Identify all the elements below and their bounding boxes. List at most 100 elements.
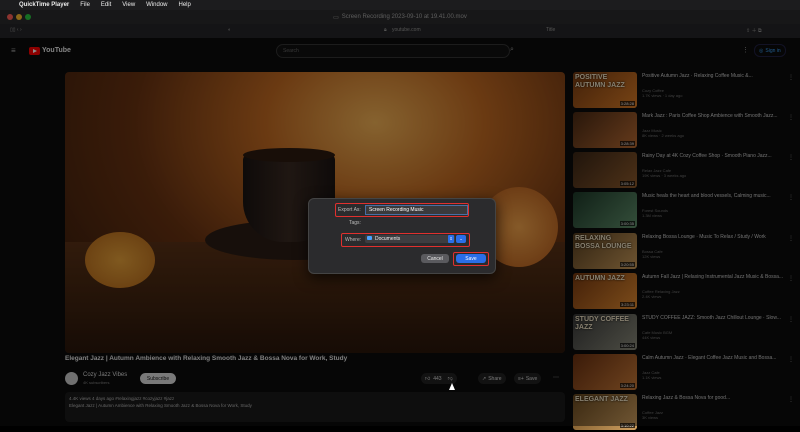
item-more-icon[interactable]: ⋮ <box>788 275 794 282</box>
video-thumbnail[interactable]: 3:24:20 <box>573 354 637 390</box>
item-more-icon[interactable]: ⋮ <box>788 74 794 81</box>
menu-view[interactable]: View <box>122 2 135 8</box>
video-thumbnail[interactable]: RELAXING BOSSA LOUNGE 3:20:55 <box>573 233 637 269</box>
video-thumbnail[interactable]: 3:05:12 <box>573 152 637 188</box>
film-icon: ▭ <box>333 14 339 21</box>
account-icon: ◎ <box>759 47 764 54</box>
recommended-title[interactable]: Rainy Day at 4K Cozy Coffee Shop · Smoot… <box>642 153 792 160</box>
privacy-icon[interactable]: ◐ <box>228 27 231 33</box>
cancel-button[interactable]: Cancel <box>421 254 449 263</box>
video-stats: 4.4K views 4 days ago #relaxingjazz #coz… <box>69 396 175 401</box>
menu-file[interactable]: File <box>80 2 90 8</box>
thumbs-down-icon[interactable]: 👎︎ <box>448 376 453 382</box>
thumbnail-text: ELEGANT JAZZ <box>575 396 628 403</box>
recommended-title[interactable]: Autumn Fall Jazz | Relaxing Instrumental… <box>642 274 792 281</box>
item-more-icon[interactable]: ⋮ <box>788 396 794 403</box>
menu-app-name[interactable]: QuickTime Player <box>19 2 69 8</box>
video-duration: 3:00:35 <box>619 221 635 226</box>
item-more-icon[interactable]: ⋮ <box>788 356 794 363</box>
thumbnail-text: STUDY COFFEE JAZZ <box>575 316 629 331</box>
sidebar-toggle-icon[interactable]: ▯▯ ‹ › <box>10 27 22 33</box>
recommended-video-item[interactable]: 3:00:35 Music heals the heart and blood v… <box>573 192 798 230</box>
item-more-icon[interactable]: ⋮ <box>788 235 794 242</box>
recommended-meta: 1.3M views <box>642 213 663 218</box>
channel-avatar[interactable] <box>65 372 78 385</box>
export-dialog: Export As: Screen Recording Music Tags: … <box>308 198 496 274</box>
recommended-meta: 12K views <box>642 254 661 259</box>
recommended-title[interactable]: Mark Jazz : Paris Coffee Shop Ambience w… <box>642 113 792 120</box>
minimize-window-button[interactable] <box>16 14 22 20</box>
browser-toolbar: ▯▯ ‹ › ◐ 🔒︎ youtube.com Title ⇪ ＋ ⧉ <box>0 24 800 38</box>
video-duration: 3:23:11 <box>619 302 635 307</box>
hamburger-icon[interactable]: ≡ <box>11 46 16 55</box>
channel-name[interactable]: Cozy Jazz Vibes <box>83 372 127 378</box>
folder-icon <box>367 236 372 240</box>
save-video-button[interactable]: ≡+ Save <box>514 373 542 384</box>
zoom-window-button[interactable] <box>25 14 31 20</box>
recommended-meta: 44K views <box>642 335 661 340</box>
where-dropdown[interactable]: Documents ⇕ <box>365 235 455 243</box>
recommended-title[interactable]: Music heals the heart and blood vessels,… <box>642 193 792 200</box>
like-count: 443 <box>433 375 442 382</box>
recommended-title[interactable]: Calm Autumn Jazz · Elegant Coffee Jazz M… <box>642 355 792 362</box>
share-button[interactable]: ↗ Share <box>478 373 506 384</box>
youtube-logo-icon[interactable] <box>29 47 40 55</box>
url-text[interactable]: youtube.com <box>392 27 421 33</box>
video-title: Elegant Jazz | Autumn Ambience with Rela… <box>65 355 348 362</box>
share-arrow-icon: ↗ <box>482 375 487 382</box>
description-box[interactable]: 4.4K views 4 days ago #relaxingjazz #coz… <box>65 392 565 422</box>
recommended-video-item[interactable]: 3:28:39 Mark Jazz : Paris Coffee Shop Amb… <box>573 112 798 150</box>
recommended-meta: 3K views <box>642 415 659 420</box>
tab-label[interactable]: Title <box>546 27 555 33</box>
playlist-add-icon: ≡+ <box>518 375 524 382</box>
item-more-icon[interactable]: ⋮ <box>788 154 794 161</box>
save-button[interactable]: Save <box>456 254 486 263</box>
recommended-video-item[interactable]: 3:05:12 Rainy Day at 4K Cozy Coffee Shop … <box>573 152 798 190</box>
video-thumbnail[interactable]: 3:28:39 <box>573 112 637 148</box>
recommended-title[interactable]: Relaxing Bossa Lounge · Music To Relax /… <box>642 234 792 241</box>
recommended-video-item[interactable]: RELAXING BOSSA LOUNGE 3:20:55 Relaxing Bos… <box>573 233 798 271</box>
item-more-icon[interactable]: ⋮ <box>788 114 794 121</box>
video-thumbnail[interactable]: AUTUMN JAZZ 3:23:11 <box>573 273 637 309</box>
tags-input[interactable] <box>365 219 465 227</box>
video-thumbnail[interactable]: STUDY COFFEE JAZZ 3:00:24 <box>573 314 637 350</box>
item-more-icon[interactable]: ⋮ <box>788 316 794 323</box>
more-options-icon[interactable]: ⋮ <box>742 46 749 54</box>
video-duration: 3:05:12 <box>619 181 635 186</box>
where-label: Where: <box>345 237 362 243</box>
menu-help[interactable]: Help <box>179 2 191 8</box>
mac-menubar: QuickTime Player File Edit View Window H… <box>0 0 800 10</box>
more-actions-icon[interactable]: ⋯ <box>553 374 559 381</box>
subscribe-button[interactable]: Subscribe <box>140 373 176 384</box>
video-thumbnail[interactable]: POSITIVE AUTUMN JAZZ 3:28:28 <box>573 72 637 108</box>
close-window-button[interactable] <box>7 14 13 20</box>
pumpkin-left-shape <box>85 232 155 288</box>
recommended-video-item[interactable]: AUTUMN JAZZ 3:23:11 Autumn Fall Jazz | Rel… <box>573 273 798 311</box>
youtube-logo-text[interactable]: YouTube <box>42 47 71 54</box>
thumbnail-text: RELAXING BOSSA LOUNGE <box>575 235 632 250</box>
sign-in-button[interactable]: ◎ Sign in <box>754 44 786 57</box>
menu-window[interactable]: Window <box>146 2 167 8</box>
recommended-video-item[interactable]: POSITIVE AUTUMN JAZZ 3:28:28 Positive Autu… <box>573 72 798 110</box>
recommended-video-item[interactable]: ELEGANT JAZZ 3:10:22 Relaxing Jazz & Bossa… <box>573 394 798 432</box>
share-label: Share <box>488 375 502 382</box>
recommended-meta: 1.1K views <box>642 375 662 380</box>
share-icon[interactable]: ⇪ ＋ ⧉ <box>746 27 762 34</box>
export-name-input[interactable]: Screen Recording Music <box>365 205 468 215</box>
search-input[interactable]: Search <box>276 44 510 58</box>
recommended-title[interactable]: Positive Autumn Jazz · Relaxing Coffee M… <box>642 73 792 80</box>
item-more-icon[interactable]: ⋮ <box>788 194 794 201</box>
recommended-video-item[interactable]: 3:24:20 Calm Autumn Jazz · Elegant Coffee… <box>573 354 798 392</box>
tags-label: Tags: <box>349 220 361 226</box>
recommended-title[interactable]: STUDY COFFEE JAZZ: Smooth Jazz Chillout … <box>642 315 792 322</box>
video-thumbnail[interactable]: ELEGANT JAZZ 3:10:22 <box>573 394 637 430</box>
recommended-title[interactable]: Relaxing Jazz & Bossa Nova for good... <box>642 395 792 402</box>
recommended-video-item[interactable]: STUDY COFFEE JAZZ 3:00:24 STUDY COFFEE JAZ… <box>573 314 798 352</box>
thumbnail-text: AUTUMN JAZZ <box>575 275 625 282</box>
menu-edit[interactable]: Edit <box>101 2 111 8</box>
search-icon[interactable]: ⌕ <box>510 46 514 54</box>
updown-chevron-icon: ⇕ <box>448 235 454 243</box>
expand-chevron-button[interactable]: ⌄ <box>456 235 466 243</box>
mouse-cursor-icon <box>449 383 455 390</box>
video-thumbnail[interactable]: 3:00:35 <box>573 192 637 228</box>
